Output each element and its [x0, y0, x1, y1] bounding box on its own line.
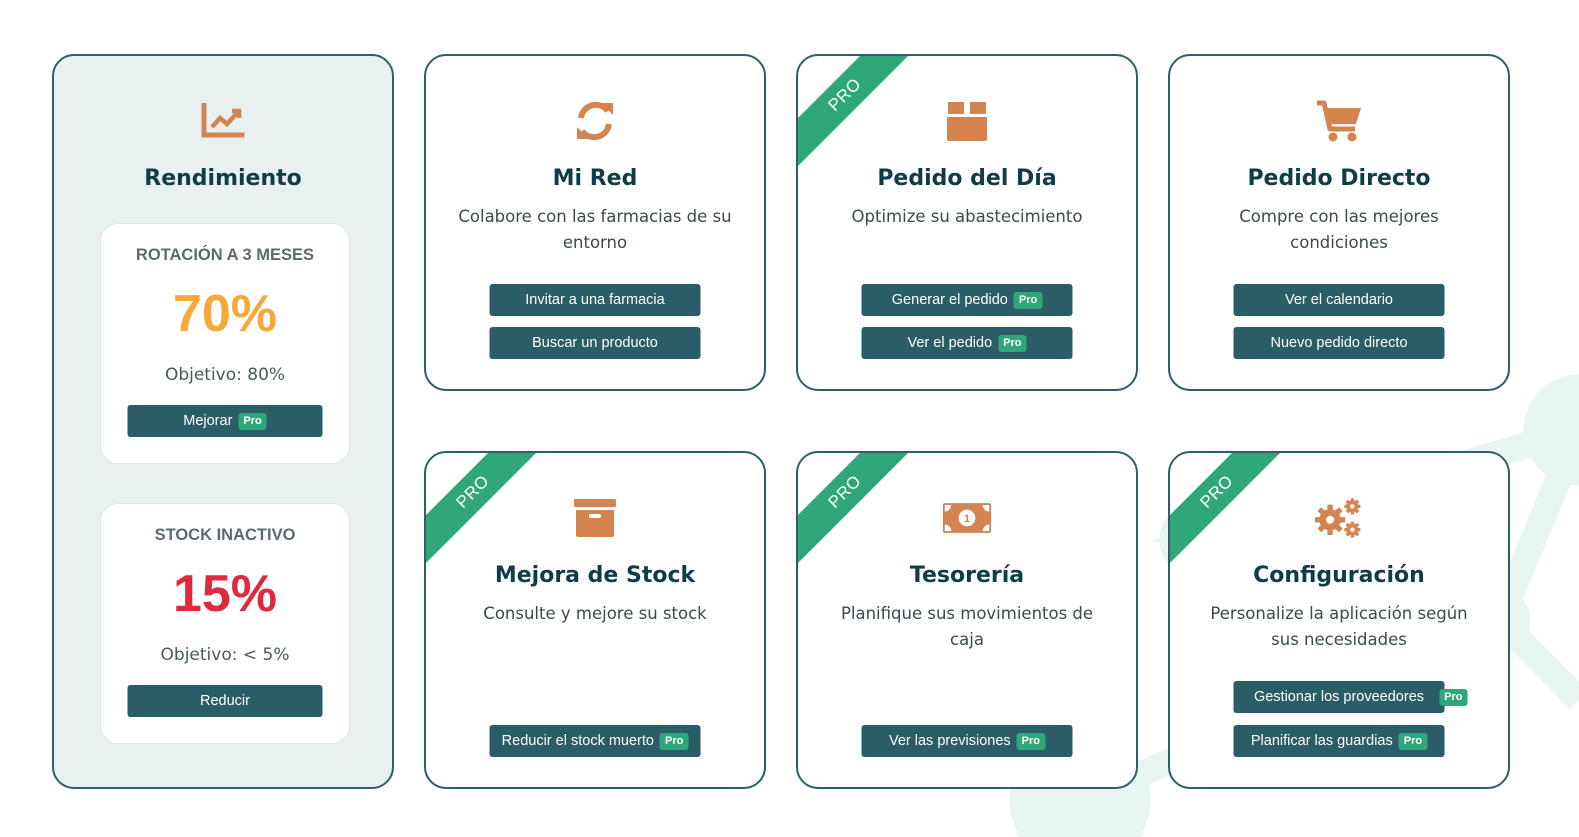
money-bill-icon: 1: [942, 493, 992, 543]
card-mi-red: Mi Red Colabore con las farmacias de su …: [424, 54, 766, 391]
pro-ribbon: PRO: [426, 453, 546, 565]
card-description: Colabore con las farmacias de su entorno: [458, 207, 732, 252]
pro-ribbon: PRO: [1170, 453, 1290, 565]
button-label: Mejorar: [183, 413, 233, 429]
archive-icon: [570, 493, 620, 543]
shopping-cart-icon: [1314, 96, 1364, 146]
button-label: Buscar un producto: [532, 335, 658, 351]
button-label: Generar el pedido: [891, 292, 1008, 308]
card-title: Pedido del Día: [877, 166, 1057, 191]
kpi-title: ROTACIÓN A 3 MESES: [135, 246, 315, 264]
pro-badge: Pro: [1398, 732, 1428, 750]
card-title: Mejora de Stock: [494, 563, 696, 588]
pro-ribbon: PRO: [798, 453, 918, 565]
button-label: Reducir el stock muerto: [501, 733, 654, 749]
kpi-target: Objetivo: < 5%: [160, 645, 290, 665]
button-label: Ver las previsiones: [888, 733, 1011, 749]
invite-pharmacy-button[interactable]: Invitar a una farmacia: [489, 284, 701, 316]
card-mejora-de-stock: PRO Mejora de Stock Consulte y mejore su…: [424, 451, 766, 789]
card-description: Personalize la aplicación según sus nece…: [1210, 604, 1468, 649]
performance-title: Rendimiento: [144, 166, 302, 191]
card-pedido-directo: Pedido Directo Compre con las mejores co…: [1168, 54, 1510, 391]
view-forecasts-button[interactable]: Ver las previsiones Pro: [861, 725, 1073, 757]
kpi-title: STOCK INACTIVO: [154, 526, 296, 544]
card-description: Compre con las mejores condiciones: [1239, 207, 1439, 252]
view-calendar-button[interactable]: Ver el calendario: [1233, 284, 1445, 316]
new-direct-order-button[interactable]: Nuevo pedido directo: [1233, 327, 1445, 359]
card-title: Pedido Directo: [1247, 166, 1431, 191]
chart-line-icon: [198, 96, 248, 146]
pro-badge: Pro: [1013, 291, 1043, 309]
box-icon: [942, 96, 992, 146]
card-configuracion: PRO Configuración Personalize la aplicac…: [1168, 451, 1510, 789]
reduce-dead-stock-button[interactable]: Reducir el stock muerto Pro: [489, 725, 701, 757]
kpi-rotation: ROTACIÓN A 3 MESES 70% Objetivo: 80% Mej…: [100, 223, 350, 464]
generate-order-button[interactable]: Generar el pedido Pro: [861, 284, 1073, 316]
pro-badge: Pro: [1016, 732, 1046, 750]
kpi-inactive-stock: STOCK INACTIVO 15% Objetivo: < 5% Reduci…: [100, 503, 350, 744]
card-tesoreria: PRO 1 Tesorería Planifique sus movimient…: [796, 451, 1138, 789]
card-description: Consulte y mejore su stock: [483, 604, 707, 623]
kpi-value: 15%: [172, 565, 278, 623]
card-title: Configuración: [1253, 563, 1425, 588]
card-description: Optimize su abastecimiento: [851, 207, 1083, 226]
card-title: Tesorería: [909, 563, 1025, 588]
sync-icon: [570, 96, 620, 146]
svg-text:1: 1: [964, 513, 970, 525]
pro-badge: Pro: [1439, 688, 1468, 706]
search-product-button[interactable]: Buscar un producto: [489, 327, 701, 359]
plan-guards-button[interactable]: Planificar las guardias Pro: [1233, 725, 1445, 757]
card-title: Mi Red: [552, 166, 638, 191]
card-description: Planifique sus movimientos de caja: [840, 604, 1094, 649]
reduce-button[interactable]: Reducir: [127, 685, 323, 717]
button-label: Ver el pedido: [907, 335, 993, 351]
button-label: Gestionar los proveedores: [1253, 689, 1425, 705]
button-label: Reducir: [200, 693, 250, 709]
pro-ribbon: PRO: [798, 56, 918, 168]
button-label: Ver el calendario: [1284, 292, 1393, 308]
pro-badge: Pro: [238, 412, 267, 430]
button-label: Planificar las guardias: [1250, 733, 1393, 749]
button-label: Nuevo pedido directo: [1270, 335, 1408, 351]
pro-badge: Pro: [998, 334, 1027, 352]
kpi-value: 70%: [172, 285, 278, 343]
improve-button[interactable]: Mejorar Pro: [127, 405, 323, 437]
performance-card: Rendimiento ROTACIÓN A 3 MESES 70% Objet…: [52, 54, 394, 789]
kpi-target: Objetivo: 80%: [164, 365, 286, 385]
cogs-icon: [1314, 493, 1364, 543]
view-order-button[interactable]: Ver el pedido Pro: [861, 327, 1073, 359]
pro-badge: Pro: [659, 732, 689, 750]
button-label: Invitar a una farmacia: [525, 292, 665, 308]
card-pedido-del-dia: PRO Pedido del Día Optimize su abastecim…: [796, 54, 1138, 391]
manage-suppliers-button[interactable]: Gestionar los proveedores Pro: [1233, 681, 1468, 713]
